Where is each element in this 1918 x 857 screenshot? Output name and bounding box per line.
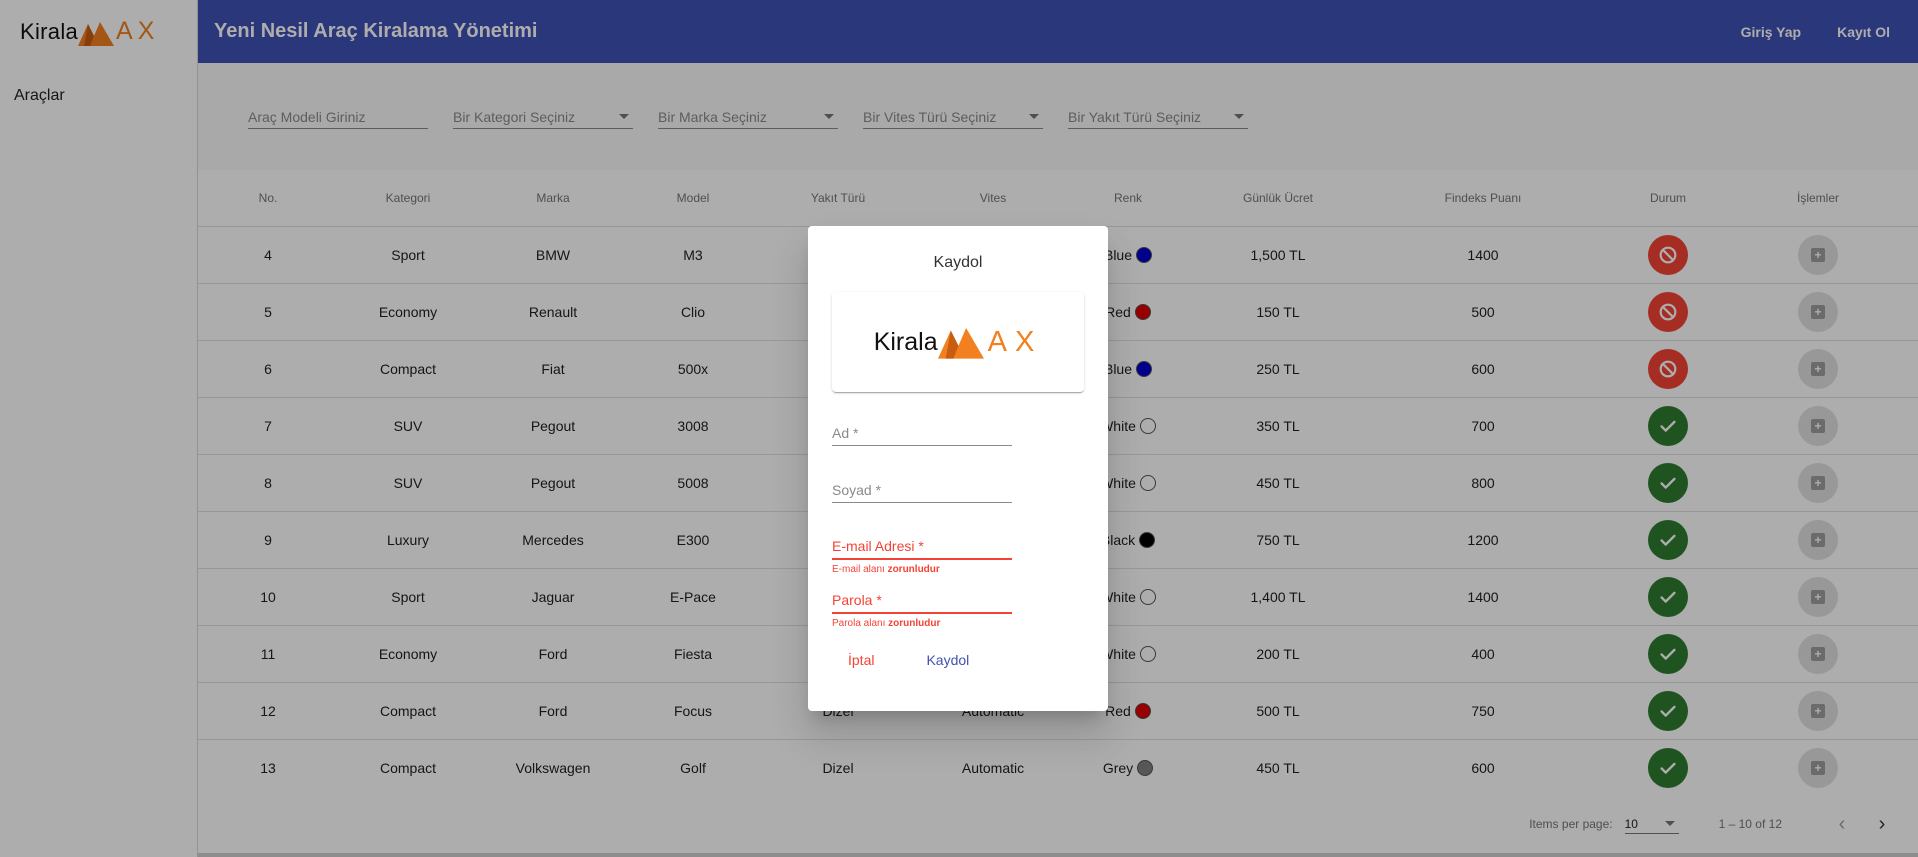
first-name-label: Ad * — [832, 425, 859, 441]
register-form: Ad * Soyad * E-mail Adresi * E-mail alan… — [832, 422, 1084, 676]
email-error-bold: zorunludur — [887, 564, 940, 575]
email-error-prefix: E-mail alanı — [832, 564, 888, 575]
password-field[interactable]: Parola * — [832, 590, 1012, 614]
password-error: Parola alanı zorunludur — [832, 618, 1084, 629]
dialog-actions: İptal Kaydol — [832, 644, 1084, 676]
dialog-brand-name: Kirala — [873, 327, 938, 356]
password-error-prefix: Parola alanı — [832, 618, 889, 629]
password-label: Parola * — [832, 592, 882, 608]
password-error-bold: zorunludur — [888, 618, 941, 629]
submit-register-button[interactable]: Kaydol — [910, 644, 985, 676]
cancel-button[interactable]: İptal — [832, 644, 890, 676]
email-label: E-mail Adresi * — [832, 538, 924, 554]
email-field[interactable]: E-mail Adresi * — [832, 536, 1012, 560]
email-error: E-mail alanı zorunludur — [832, 564, 1084, 575]
dialog-logo-card: Kirala AX — [832, 292, 1084, 392]
dialog-title: Kaydol — [933, 254, 983, 271]
register-dialog: Kaydol Kirala AX Ad * Soyad * E-mail Adr… — [808, 226, 1108, 711]
dialog-brand-ax: AX — [987, 325, 1043, 358]
last-name-field[interactable]: Soyad * — [832, 479, 1012, 503]
first-name-field[interactable]: Ad * — [832, 422, 1012, 446]
mountain-icon — [937, 327, 984, 359]
last-name-label: Soyad * — [832, 482, 882, 498]
